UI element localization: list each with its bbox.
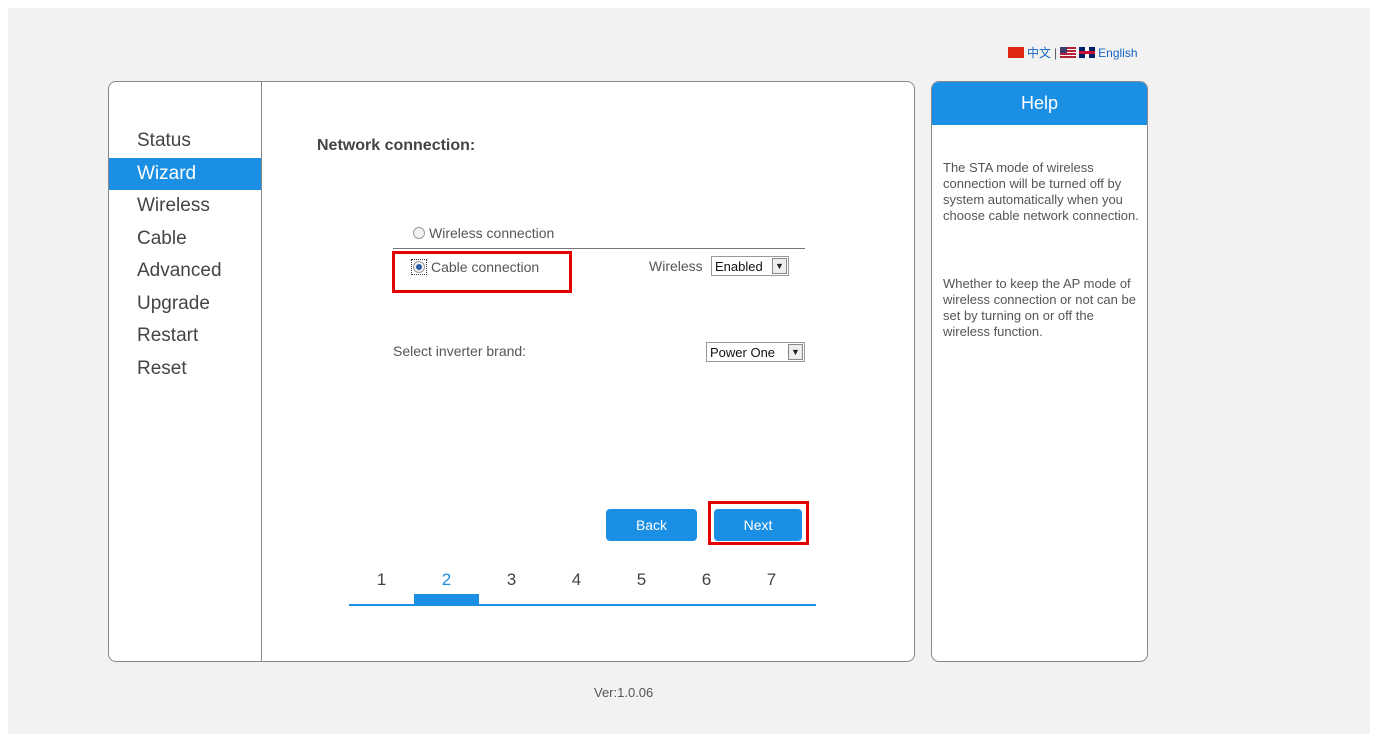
step-6: 6 — [701, 570, 712, 589]
sidebar-item-wireless[interactable]: Wireless — [109, 190, 261, 222]
wireless-connection-radio[interactable] — [413, 227, 425, 239]
step-1: 1 — [376, 570, 387, 589]
wireless-connection-label: Wireless connection — [429, 225, 555, 241]
inverter-brand-label: Select inverter brand: — [393, 343, 527, 359]
sidebar: Status Wizard Wireless Cable Advanced Up… — [109, 82, 262, 661]
chevron-down-icon: ▼ — [772, 258, 787, 274]
sidebar-item-wizard[interactable]: Wizard — [109, 158, 261, 190]
wireless-toggle-value: Enabled — [715, 258, 763, 274]
sidebar-item-upgrade[interactable]: Upgrade — [109, 288, 261, 320]
step-3: 3 — [506, 570, 517, 589]
current-step-indicator — [414, 594, 479, 604]
cable-connection-option[interactable]: Cable connection — [411, 259, 539, 275]
inverter-brand-value: Power One — [710, 344, 776, 360]
cable-connection-label: Cable connection — [431, 259, 540, 275]
radio-focus-outline — [411, 259, 427, 275]
chevron-down-icon: ▼ — [788, 344, 803, 360]
back-button[interactable]: Back — [606, 509, 697, 541]
language-separator: | — [1054, 45, 1058, 60]
help-paragraph-1: The STA mode of wireless connection will… — [943, 160, 1139, 223]
china-flag-icon[interactable] — [1008, 47, 1024, 58]
step-7: 7 — [766, 570, 777, 589]
language-bar: 中文 | English — [1008, 44, 1138, 61]
sidebar-item-status[interactable]: Status — [109, 125, 261, 157]
sidebar-item-restart[interactable]: Restart — [109, 320, 261, 352]
english-language-link[interactable]: English — [1098, 46, 1137, 60]
next-button[interactable]: Next — [714, 509, 802, 541]
cable-connection-radio[interactable] — [413, 261, 425, 273]
wireless-connection-option[interactable]: Wireless connection — [413, 225, 554, 241]
us-flag-icon[interactable] — [1060, 47, 1077, 58]
sidebar-item-reset[interactable]: Reset — [109, 353, 261, 385]
help-paragraph-2: Whether to keep the AP mode of wireless … — [943, 276, 1136, 339]
help-title: Help — [932, 82, 1147, 125]
uk-flag-icon[interactable] — [1079, 47, 1096, 58]
sidebar-item-cable[interactable]: Cable — [109, 223, 261, 255]
sidebar-item-advanced[interactable]: Advanced — [109, 255, 261, 287]
main-panel: Status Wizard Wireless Cable Advanced Up… — [108, 81, 915, 662]
wireless-toggle-select[interactable]: Enabled ▼ — [711, 256, 789, 276]
step-2: 2 — [441, 570, 452, 589]
chinese-language-link[interactable]: 中文 — [1027, 44, 1051, 61]
version-label: Ver:1.0.06 — [594, 685, 654, 700]
option-divider — [393, 248, 805, 249]
step-5: 5 — [636, 570, 647, 589]
step-4: 4 — [571, 570, 582, 589]
step-progress-line — [349, 604, 816, 606]
help-panel: Help The STA mode of wireless connection… — [931, 81, 1148, 662]
page-title: Network connection: — [317, 137, 476, 154]
inverter-brand-select[interactable]: Power One ▼ — [706, 342, 805, 362]
wireless-toggle-label: Wireless — [649, 258, 703, 274]
